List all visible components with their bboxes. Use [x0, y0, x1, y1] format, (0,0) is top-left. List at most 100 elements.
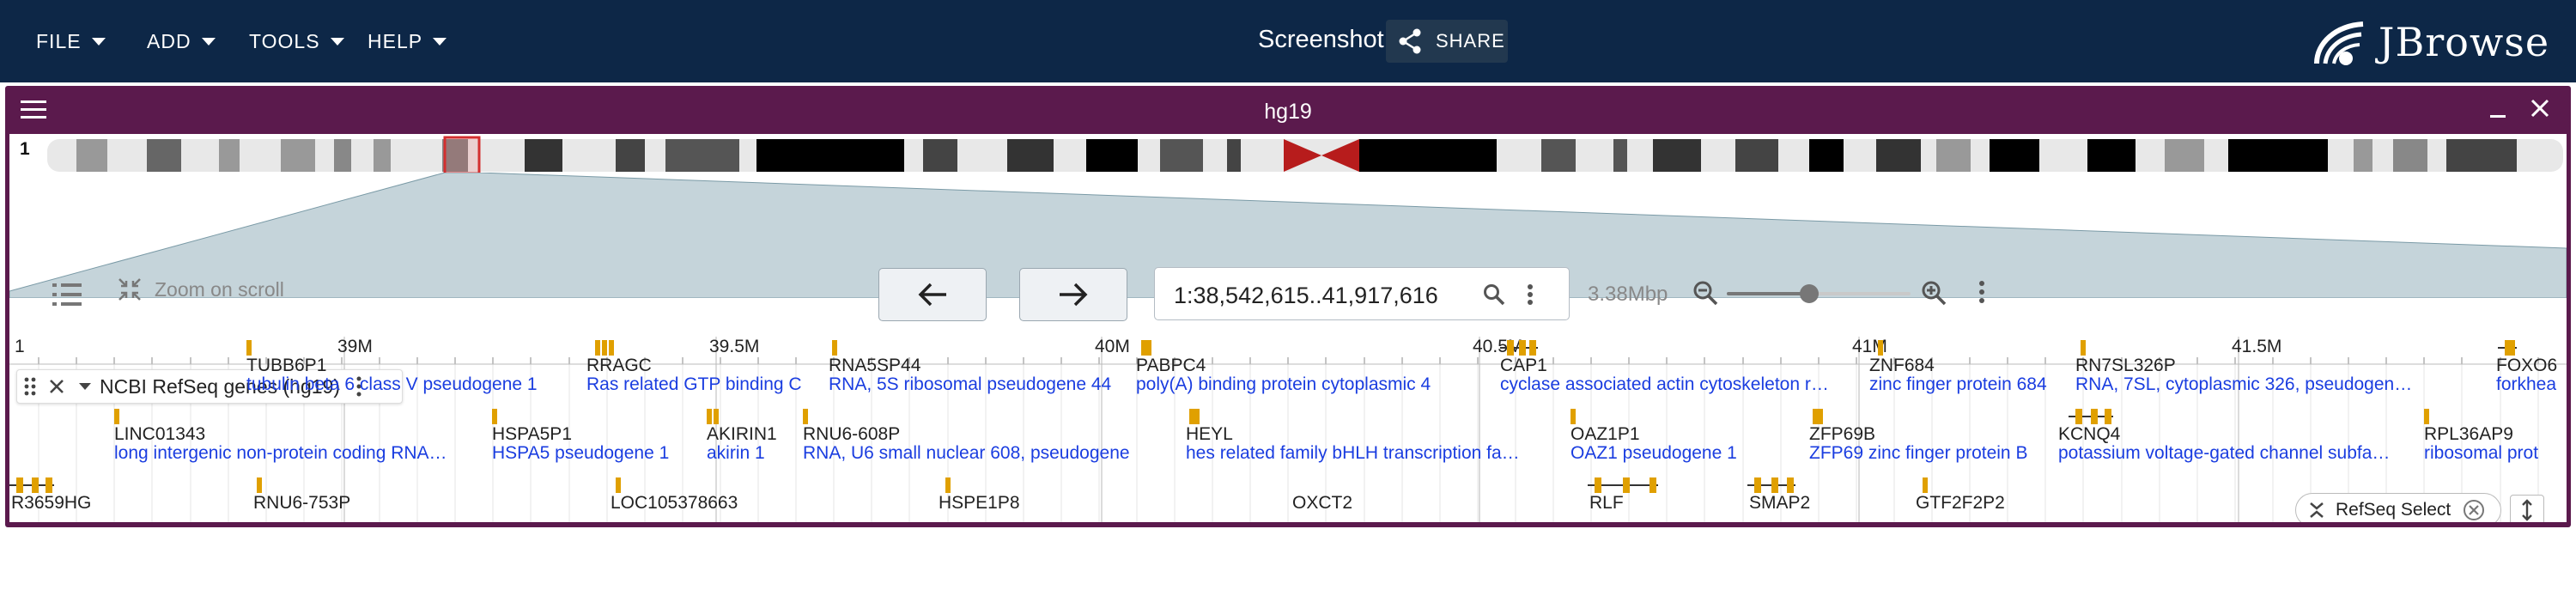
- gene-description: OAZ1 pseudogene 1: [1571, 443, 1737, 463]
- gene-feature-glyph[interactable]: [832, 340, 837, 356]
- gene-description: tubulin beta 6 class V pseudogene 1: [246, 374, 538, 394]
- gene-feature-glyph[interactable]: [492, 409, 497, 424]
- gene-exon[interactable]: [2105, 409, 2111, 424]
- gene-feature-glyph[interactable]: [707, 409, 712, 424]
- gene-name[interactable]: FOXO6: [2496, 356, 2557, 376]
- gene-exon[interactable]: [1507, 340, 1514, 356]
- gene-feature-glyph[interactable]: [1189, 409, 1194, 424]
- gene-exon[interactable]: [32, 477, 39, 493]
- gene-description: long intergenic non-protein coding RNA…: [114, 443, 447, 463]
- gene-name[interactable]: ZFP69B: [1809, 424, 1875, 445]
- gene-description: potassium voltage-gated channel subfa…: [2058, 443, 2391, 463]
- menu-tools[interactable]: TOOLS: [249, 0, 344, 82]
- gene-description: akirin 1: [707, 443, 765, 463]
- gene-exon[interactable]: [1649, 477, 1656, 493]
- gene-name[interactable]: KCNQ4: [2058, 424, 2120, 445]
- brand-name: JBrowse: [2379, 19, 2550, 65]
- gene-feature-glyph[interactable]: [1141, 340, 1146, 356]
- gene-name[interactable]: PABPC4: [1136, 356, 1206, 376]
- gene-exon[interactable]: [1519, 340, 1526, 356]
- session-name[interactable]: Screenshot: [1258, 26, 1384, 54]
- share-button[interactable]: SHARE: [1386, 20, 1508, 63]
- menu-add[interactable]: ADD: [147, 0, 216, 82]
- gene-feature-glyph[interactable]: [2424, 409, 2429, 424]
- gene-description: RNA, U6 small nuclear 608, pseudogene: [803, 443, 1130, 463]
- gene-name[interactable]: HSPA5P1: [492, 424, 572, 445]
- gene-exon[interactable]: [2508, 340, 2515, 356]
- gene-description: Ras related GTP binding C: [586, 374, 802, 394]
- gene-exon[interactable]: [2091, 409, 2098, 424]
- gene-feature-glyph[interactable]: [1146, 340, 1151, 356]
- menu-file[interactable]: FILE: [36, 0, 106, 82]
- gene-name[interactable]: RPL36AP9: [2424, 424, 2513, 445]
- share-icon: [1399, 28, 1421, 54]
- gene-name[interactable]: SMAP2: [1749, 493, 1810, 514]
- gene-feature-glyph[interactable]: [803, 409, 808, 424]
- gene-name[interactable]: R3659HG: [11, 493, 91, 514]
- gene-feature-glyph[interactable]: [945, 477, 951, 493]
- gene-feature-glyph[interactable]: [609, 340, 614, 356]
- unfold-icon: [2310, 502, 2324, 518]
- refseq-select-filter-chip[interactable]: RefSeq Select: [2295, 493, 2501, 522]
- gene-name[interactable]: GTF2F2P2: [1916, 493, 2005, 514]
- gene-feature-glyph[interactable]: [246, 340, 252, 356]
- gene-exon[interactable]: [1754, 477, 1761, 493]
- gene-name[interactable]: HSPE1P8: [939, 493, 1020, 514]
- gene-name[interactable]: RN7SL326P: [2075, 356, 2176, 376]
- gene-feature-glyph[interactable]: [1813, 409, 1818, 424]
- gene-description: poly(A) binding protein cytoplasmic 4: [1136, 374, 1431, 394]
- gene-feature-glyph[interactable]: [595, 340, 600, 356]
- gene-name[interactable]: RLF: [1589, 493, 1624, 514]
- gene-exon[interactable]: [1771, 477, 1778, 493]
- close-icon[interactable]: [2530, 98, 2550, 119]
- gene-feature-glyph[interactable]: [114, 409, 119, 424]
- gene-exon[interactable]: [1529, 340, 1536, 356]
- gene-name[interactable]: RNU6-608P: [803, 424, 900, 445]
- gene-feature-glyph[interactable]: [1571, 409, 1576, 424]
- gene-description: hes related family bHLH transcription fa…: [1186, 443, 1520, 463]
- gene-feature-glyph[interactable]: [1923, 477, 1928, 493]
- gene-exon[interactable]: [1595, 477, 1601, 493]
- gene-description: RNA, 5S ribosomal pseudogene 44: [829, 374, 1112, 394]
- gene-exon[interactable]: [1623, 477, 1630, 493]
- menu-help-label: HELP: [368, 29, 423, 52]
- gene-feature-glyph[interactable]: [602, 340, 607, 356]
- gene-name[interactable]: TUBB6P1: [246, 356, 326, 376]
- logo-icon: [2314, 21, 2364, 65]
- gene-description: forkhea: [2496, 374, 2557, 394]
- gene-feature-glyph[interactable]: [714, 409, 719, 424]
- gene-name[interactable]: LOC105378663: [611, 493, 738, 514]
- gene-name[interactable]: CAP1: [1500, 356, 1547, 376]
- gene-name[interactable]: OXCT2: [1292, 493, 1352, 514]
- gene-name[interactable]: OAZ1P1: [1571, 424, 1640, 445]
- gene-exon[interactable]: [2075, 409, 2082, 424]
- menu-help[interactable]: HELP: [368, 0, 447, 82]
- gene-name[interactable]: LINC01343: [114, 424, 205, 445]
- chevron-down-icon: [91, 37, 106, 46]
- gene-feature-glyph[interactable]: [1878, 340, 1883, 356]
- view-title: hg19: [1264, 100, 1312, 124]
- gene-name[interactable]: RNA5SP44: [829, 356, 920, 376]
- gene-name[interactable]: HEYL: [1186, 424, 1233, 445]
- gene-exon[interactable]: [16, 477, 23, 493]
- gene-description: cyclase associated actin cytoskeleton r…: [1500, 374, 1829, 394]
- gene-exon[interactable]: [1787, 477, 1794, 493]
- gene-name[interactable]: ZNF684: [1869, 356, 1935, 376]
- gene-feature-glyph[interactable]: [1818, 409, 1823, 424]
- gene-feature-glyph[interactable]: [2081, 340, 2086, 356]
- jbrowse-logo: JBrowse: [2312, 17, 2549, 67]
- menu-add-label: ADD: [147, 29, 191, 52]
- minimize-icon[interactable]: [2488, 100, 2507, 120]
- gene-name[interactable]: RNU6-753P: [253, 493, 350, 514]
- gene-exon[interactable]: [46, 477, 52, 493]
- gene-feature-glyph[interactable]: [257, 477, 262, 493]
- gene-name[interactable]: RRAGC: [586, 356, 652, 376]
- linear-genome-view: hg19 1 Zoom on scroll 1:38,542,615..41,9…: [5, 86, 2571, 527]
- cancel-icon[interactable]: [2463, 499, 2485, 521]
- track-height-toggle-button[interactable]: [2510, 495, 2544, 522]
- gene-description: HSPA5 pseudogene 1: [492, 443, 670, 463]
- gene-name[interactable]: AKIRIN1: [707, 424, 777, 445]
- menu-file-label: FILE: [36, 29, 82, 52]
- gene-feature-glyph[interactable]: [1194, 409, 1200, 424]
- gene-feature-glyph[interactable]: [616, 477, 621, 493]
